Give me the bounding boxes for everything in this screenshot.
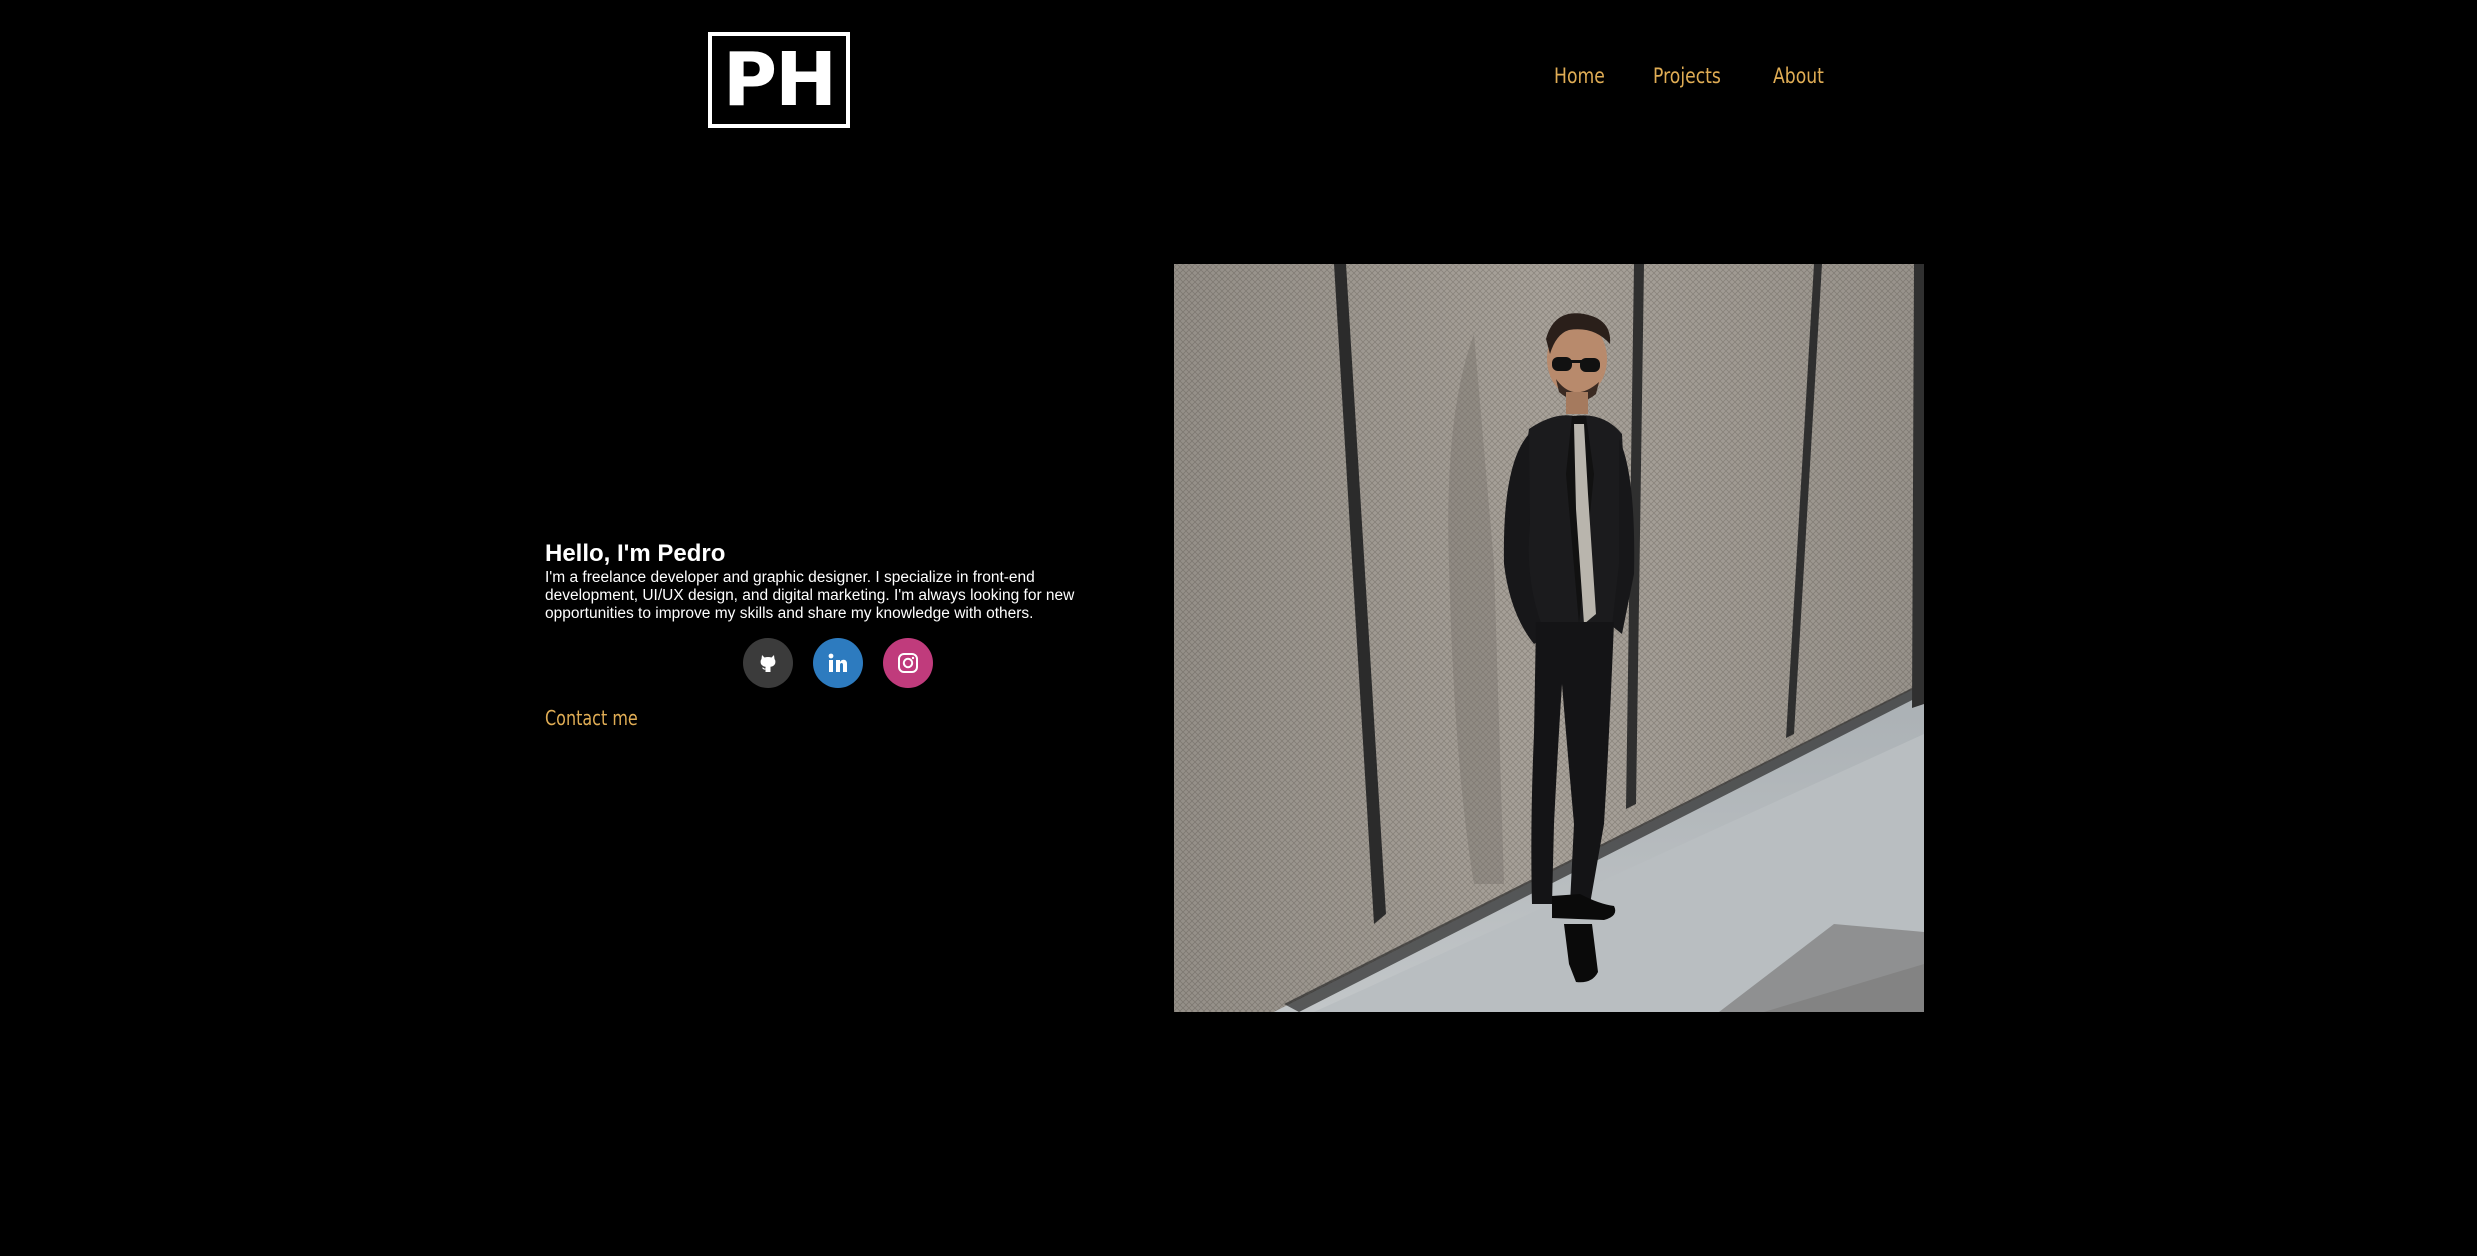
- logo[interactable]: PH: [708, 32, 850, 128]
- hero-description: I'm a freelance developer and graphic de…: [545, 569, 1075, 622]
- hero-title: Hello, I'm Pedro: [545, 540, 726, 567]
- nav-projects[interactable]: Projects: [1653, 64, 1721, 88]
- instagram-button[interactable]: [883, 638, 933, 688]
- logo-text: PH: [722, 37, 837, 123]
- github-icon: [758, 652, 778, 674]
- nav-home[interactable]: Home: [1554, 64, 1605, 88]
- contact-link[interactable]: Contact me: [545, 706, 638, 730]
- linkedin-button[interactable]: [813, 638, 863, 688]
- social-links: [743, 638, 933, 688]
- github-button[interactable]: [743, 638, 793, 688]
- linkedin-icon: [827, 652, 849, 674]
- nav-about[interactable]: About: [1773, 64, 1824, 88]
- profile-photo: [1174, 264, 1924, 1012]
- instagram-icon: [897, 652, 919, 674]
